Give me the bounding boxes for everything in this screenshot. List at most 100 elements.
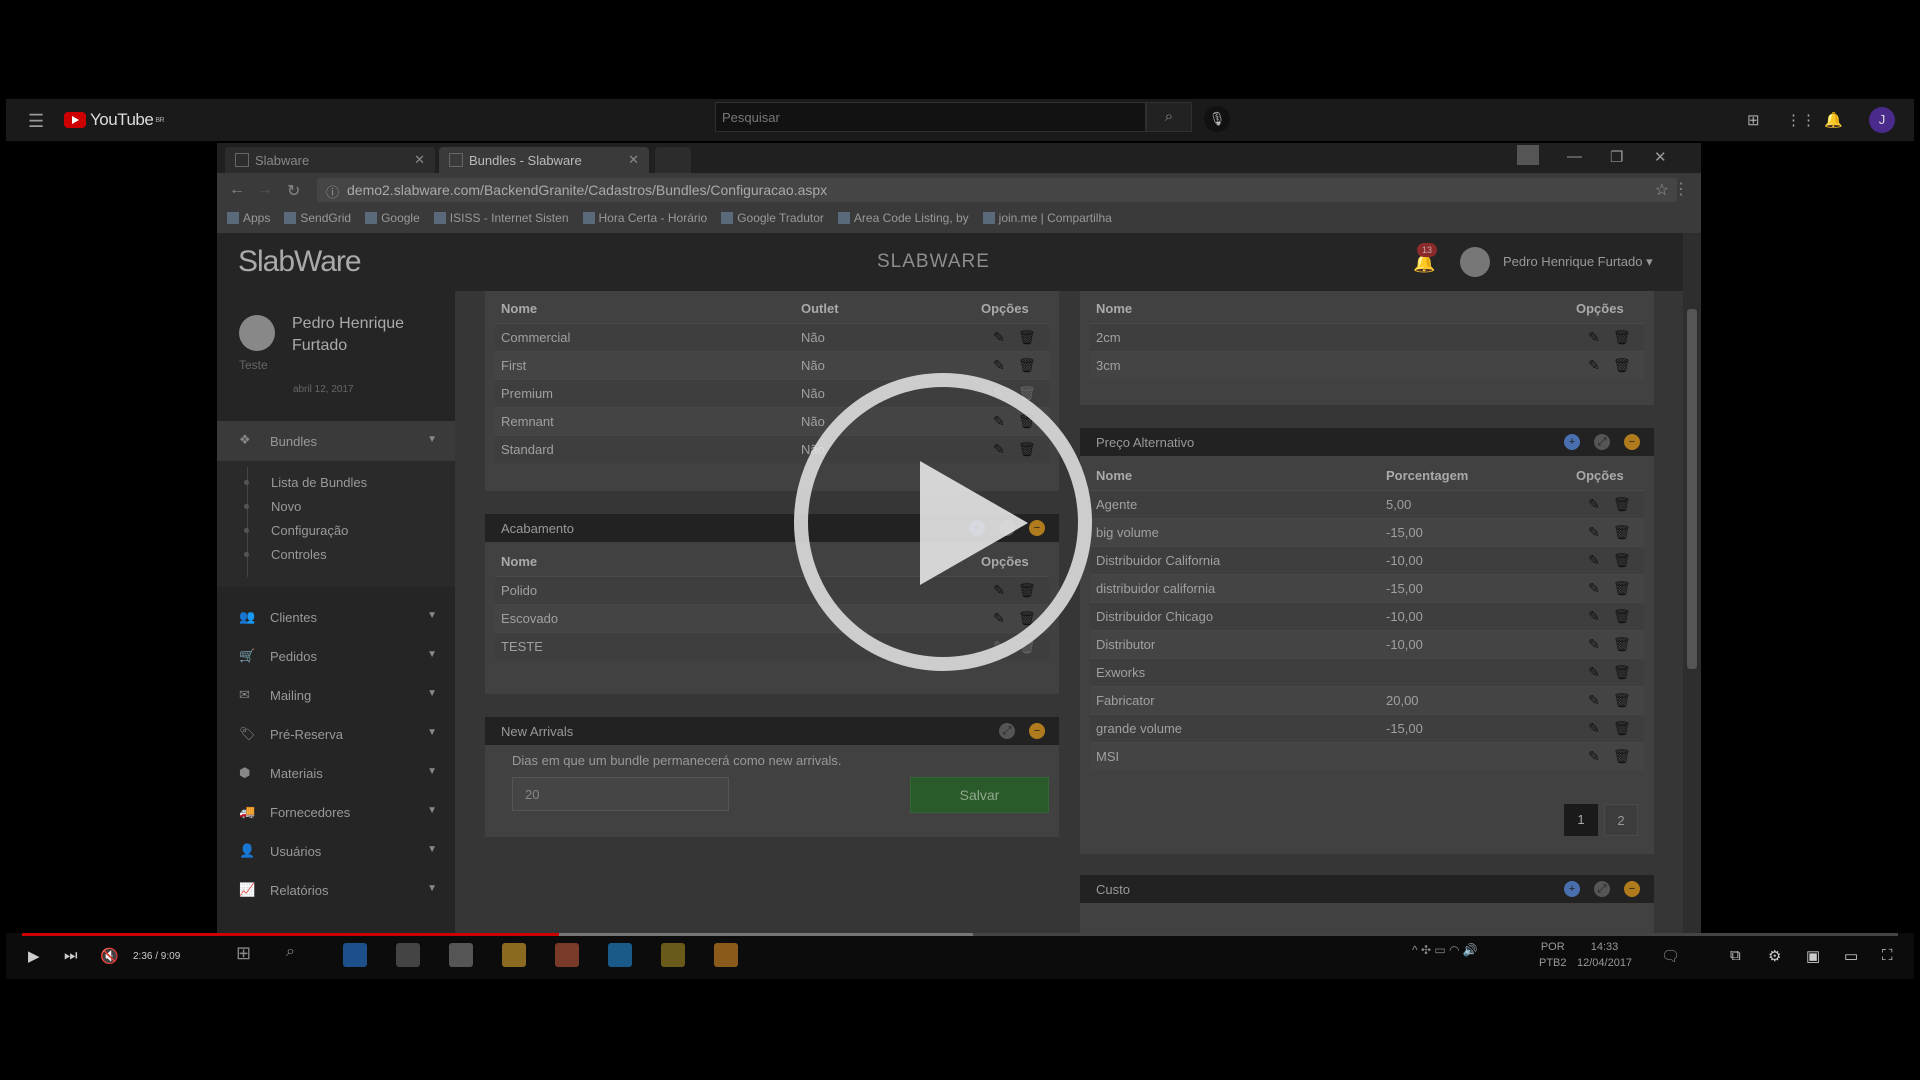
collapse-icon[interactable]: − [1029, 723, 1045, 739]
trash-icon[interactable]: 🗑 [1613, 552, 1631, 569]
youtube-logo[interactable]: YouTube BR [64, 110, 165, 130]
new-arrivals-days-input[interactable]: 20 [512, 777, 729, 811]
sidebar-item-usuarios[interactable]: 👤 Usuários ▼ [217, 835, 455, 867]
edit-icon[interactable]: ✎ [1587, 496, 1601, 513]
minimize-icon[interactable]: — [1567, 148, 1582, 165]
forward-icon[interactable]: → [257, 181, 273, 199]
reload-icon[interactable]: ↻ [287, 181, 300, 201]
miniplayer-icon[interactable]: ▣ [1806, 947, 1820, 965]
language-indicator[interactable]: POR PTB2 [1539, 939, 1567, 971]
close-icon[interactable]: ✕ [414, 152, 425, 168]
search-icon[interactable]: ⌕ [286, 943, 310, 967]
edit-icon[interactable]: ✎ [1587, 608, 1601, 625]
notifications-icon[interactable]: 🗨 [1661, 947, 1680, 965]
bookmark-isiss[interactable]: ISISS - Internet Sisten [433, 211, 569, 229]
mic-icon[interactable]: 🎙 [1204, 106, 1230, 132]
clock[interactable]: 14:33 12/04/2017 [1577, 939, 1632, 971]
mute-icon[interactable]: 🔇 [100, 947, 119, 965]
bookmark-area-code[interactable]: Area Code Listing, by [837, 211, 969, 229]
trash-icon[interactable]: 🗑 [1613, 664, 1631, 681]
tab-bundles[interactable]: Bundles - Slabware ✕ [439, 147, 649, 173]
trash-icon[interactable]: 🗑 [1613, 692, 1631, 709]
trash-icon[interactable]: 🗑 [1613, 496, 1631, 513]
bookmark-apps[interactable]: Apps [227, 211, 270, 229]
submenu-controles[interactable]: Controles [244, 547, 327, 562]
trash-icon[interactable]: 🗑 [1613, 524, 1631, 541]
user-menu[interactable]: Pedro Henrique Furtado ▾ [1503, 254, 1653, 270]
trash-icon[interactable]: 🗑 [1018, 357, 1036, 374]
youtube-search-input[interactable]: Pesquisar [715, 102, 1146, 132]
system-tray-icons[interactable]: ^ ✣ ▭ ◠ 🔊 [1412, 943, 1478, 957]
edit-icon[interactable]: ✎ [1587, 664, 1601, 681]
sidebar-item-fornecedores[interactable]: 🚚 Fornecedores ▼ [217, 796, 455, 828]
info-icon[interactable]: ⓘ [326, 182, 339, 201]
close-icon[interactable]: ✕ [628, 152, 639, 168]
expand-icon[interactable]: ⤢ [999, 723, 1015, 739]
edit-icon[interactable]: ✎ [992, 329, 1006, 346]
sidebar-item-clientes[interactable]: 👥 Clientes ▼ [217, 601, 455, 633]
profile-icon[interactable] [1517, 145, 1539, 165]
windows-start-icon[interactable]: ⊞ [236, 943, 260, 967]
theater-icon[interactable]: ▭ [1844, 947, 1858, 965]
new-tab-button[interactable] [655, 147, 691, 173]
edit-icon[interactable]: ✎ [1587, 692, 1601, 709]
add-icon[interactable]: + [1564, 881, 1580, 897]
tab-slabware[interactable]: Slabware ✕ [225, 147, 435, 173]
expand-icon[interactable]: ⤢ [1594, 881, 1610, 897]
avatar[interactable] [1460, 247, 1490, 277]
edit-icon[interactable]: ✎ [1587, 524, 1601, 541]
address-bar[interactable]: ⓘ demo2.slabware.com/BackendGranite/Cada… [317, 178, 1677, 202]
upload-icon[interactable]: ⊞ [1747, 111, 1760, 129]
bell-icon[interactable]: 🔔 [1824, 111, 1843, 129]
page-1-button[interactable]: 1 [1564, 804, 1598, 836]
next-icon[interactable]: ⏭ [64, 947, 78, 964]
chat-icon[interactable] [661, 943, 685, 967]
progress-bar[interactable] [22, 933, 1898, 936]
trash-icon[interactable]: 🗑 [1613, 357, 1631, 374]
bookmark-hora-certa[interactable]: Hora Certa - Horário [582, 211, 707, 229]
collapse-icon[interactable]: − [1624, 881, 1640, 897]
add-icon[interactable]: + [1564, 434, 1580, 450]
trash-icon[interactable]: 🗑 [1613, 748, 1631, 765]
kebab-menu-icon[interactable]: ⋮ [1673, 179, 1689, 199]
sidebar-item-relatorios[interactable]: 📈 Relatórios ▼ [217, 874, 455, 906]
page-2-button[interactable]: 2 [1604, 804, 1638, 836]
bookmark-google[interactable]: Google [365, 211, 420, 229]
bookmark-sendgrid[interactable]: SendGrid [284, 211, 351, 229]
scrollbar-thumb[interactable] [1687, 309, 1697, 669]
close-window-icon[interactable]: ✕ [1654, 148, 1667, 166]
app-icon[interactable] [449, 943, 473, 967]
restore-icon[interactable]: ❐ [1610, 148, 1623, 166]
sidebar-item-materiais[interactable]: ⬢ Materiais ▼ [217, 757, 455, 789]
outlook-icon[interactable] [714, 943, 738, 967]
edit-icon[interactable]: ✎ [1587, 636, 1601, 653]
trash-icon[interactable]: 🗑 [1613, 580, 1631, 597]
sidebar-item-bundles[interactable]: ❖ Bundles ▼ [217, 421, 455, 461]
trash-icon[interactable]: 🗑 [1613, 608, 1631, 625]
menu-icon[interactable]: ☰ [28, 111, 44, 132]
store-icon[interactable] [396, 943, 420, 967]
edge-icon[interactable] [343, 943, 367, 967]
sidebar-item-pedidos[interactable]: 🛒 Pedidos ▼ [217, 640, 455, 672]
search-icon[interactable]: ⌕ [1146, 102, 1192, 132]
collapse-icon[interactable]: − [1624, 434, 1640, 450]
back-icon[interactable]: ← [229, 181, 245, 199]
edit-icon[interactable]: ✎ [1587, 357, 1601, 374]
edit-icon[interactable]: ✎ [992, 357, 1006, 374]
big-play-icon[interactable] [794, 373, 1092, 671]
submenu-lista-de-bundles[interactable]: Lista de Bundles [243, 475, 367, 490]
trash-icon[interactable]: 🗑 [1613, 720, 1631, 737]
subtitles-icon[interactable]: ⧉ [1730, 947, 1741, 964]
page-scrollbar[interactable] [1683, 233, 1701, 933]
edit-icon[interactable]: ✎ [1587, 329, 1601, 346]
chrome-icon[interactable] [555, 943, 579, 967]
save-button[interactable]: Salvar [910, 777, 1049, 813]
bookmark-joinme[interactable]: join.me | Compartilha [982, 211, 1112, 229]
folder-icon[interactable] [502, 943, 526, 967]
sidebar-item-mailing[interactable]: ✉ Mailing ▼ [217, 679, 455, 711]
submenu-novo[interactable]: Novo [243, 499, 301, 514]
edit-icon[interactable]: ✎ [1587, 552, 1601, 569]
skype-icon[interactable] [608, 943, 632, 967]
edit-icon[interactable]: ✎ [1587, 580, 1601, 597]
youtube-avatar[interactable]: J [1869, 107, 1895, 133]
